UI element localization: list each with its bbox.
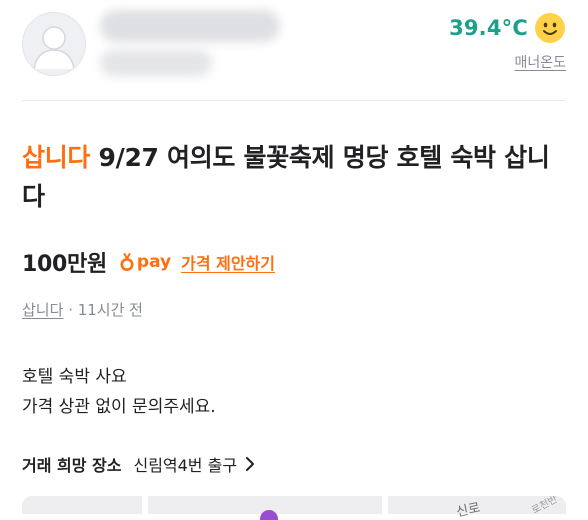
price-offer-link[interactable]: 가격 제안하기 [181, 250, 275, 274]
manner-temp-label[interactable]: 매너온도 [449, 52, 566, 72]
map-road [142, 496, 148, 520]
seller-location-blurred [100, 50, 212, 76]
map-pin-icon [260, 510, 278, 520]
description-line: 가격 상관 없이 문의주세요. [22, 397, 216, 417]
description-line: 호텔 숙박 사요 [22, 367, 127, 387]
post-meta: 삽니다 · 11시간 전 [22, 299, 143, 320]
avatar[interactable] [22, 12, 86, 76]
category-link[interactable]: 삽니다 [22, 301, 63, 319]
trade-place-label: 거래 희망 장소 [22, 456, 122, 475]
map-road [382, 496, 388, 520]
trade-place-value[interactable]: 신림역4번 출구 [133, 452, 237, 476]
price-row: 100만원 pay 가격 제안하기 [22, 246, 275, 278]
post-title: 삽니다 9/27 여의도 불꽃축제 명당 호텔 숙박 삽니다 [22, 138, 562, 216]
pay-label: pay [136, 252, 172, 272]
post-title-text: 9/27 여의도 불꽃축제 명당 호텔 숙박 삽니다 [22, 143, 550, 211]
seller-profile[interactable]: 39.4°C 매너온도 [22, 10, 566, 90]
map-road [22, 514, 566, 520]
manner-temp-value: 39.4°C [449, 16, 528, 40]
seller-nickname-blurred [100, 10, 280, 42]
post-detail-page: 39.4°C 매너온도 삽니다 9/27 여의도 불꽃축제 명당 호텔 숙박 삽… [0, 0, 588, 520]
carrot-pay-icon [120, 253, 134, 271]
divider [22, 100, 566, 101]
trade-place-map[interactable]: 신로 로천반 [22, 496, 566, 520]
manner-temperature[interactable]: 39.4°C 매너온도 [449, 12, 566, 72]
trade-place-row[interactable]: 거래 희망 장소 신림역4번 출구 [22, 452, 255, 476]
profile-placeholder-icon [33, 26, 75, 70]
post-time: · 11시간 전 [68, 301, 143, 319]
smiling-face-icon [535, 13, 565, 43]
price: 100만원 [22, 252, 107, 277]
pay-badge: pay [119, 252, 171, 272]
post-title-tag: 삽니다 [22, 143, 91, 172]
post-description: 호텔 숙박 사요 가격 상관 없이 문의주세요. [22, 362, 216, 422]
chevron-right-icon[interactable] [245, 456, 255, 472]
